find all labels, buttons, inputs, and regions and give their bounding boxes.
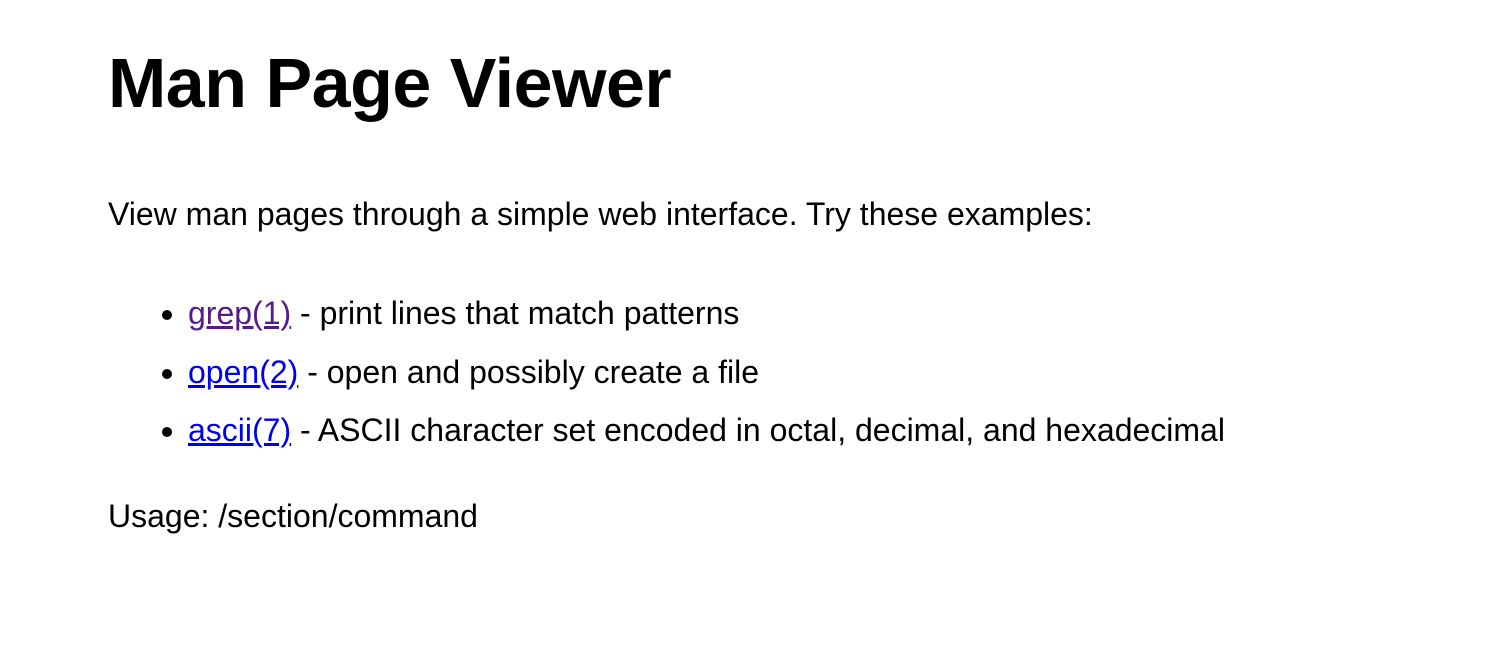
grep-description: - print lines that match patterns (291, 295, 740, 331)
list-item-ascii: ascii(7) - ASCII character set encoded i… (188, 401, 1225, 460)
ascii-description: - ASCII character set encoded in octal, … (291, 412, 1225, 448)
intro-text: View man pages through a simple web inte… (108, 196, 1093, 232)
page: Man Page Viewer View man pages through a… (0, 0, 1494, 656)
list-item-grep: grep(1) - print lines that match pattern… (188, 284, 1225, 343)
ascii-link[interactable]: ascii(7) (188, 412, 291, 448)
open-link[interactable]: open(2) (188, 354, 298, 390)
usage-text: Usage: /section/command (108, 498, 478, 534)
grep-link[interactable]: grep(1) (188, 295, 291, 331)
examples-list: grep(1) - print lines that match pattern… (108, 284, 1225, 460)
open-description: - open and possibly create a file (298, 353, 760, 390)
page-title: Man Page Viewer (108, 44, 672, 122)
list-item-open: open(2) - open and possibly create a fil… (188, 343, 1225, 402)
